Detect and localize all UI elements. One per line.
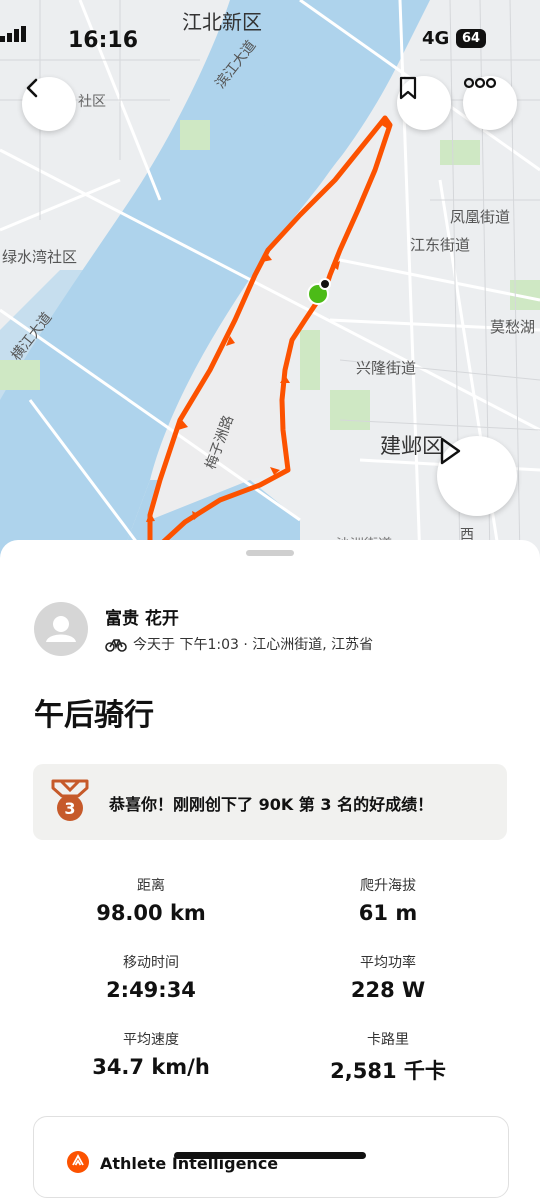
bookmark-button[interactable] [397,76,451,130]
stat-label: 距离 [137,878,165,894]
stat-label: 卡路里 [367,1032,409,1048]
play-flyover-button[interactable] [437,436,517,516]
map-label-fenghuang: 凤凰街道 [450,208,511,226]
stat-label: 移动时间 [123,955,179,971]
activity-meta-text: 今天于 下午1:03 · 江心洲街道, 江苏省 [133,637,374,653]
avatar[interactable] [34,602,88,656]
sheet-drag-handle[interactable] [246,550,294,556]
play-icon [440,437,461,465]
user-icon [46,616,76,642]
bike-icon [105,639,127,652]
stat-value: 2,581 千卡 [330,1059,446,1083]
achievement-text: 恭喜你！刚刚创下了 90K 第 3 名的好成绩！ [109,795,434,814]
stat-value: 2:49:34 [106,978,196,1002]
map-label-shequ: 社区 [78,94,106,110]
status-time: 16:16 [68,28,139,53]
status-bar: 16:16 4G 64 [0,26,540,56]
signal-icon [0,26,26,42]
athlete-intelligence-icon [67,1151,89,1173]
stat-label: 爬升海拔 [360,878,416,894]
stat-label: 平均功率 [360,955,416,971]
stat-calories: 卡路里 2,581 千卡 [268,1029,508,1085]
athlete-name[interactable]: 富贵 花开 [105,604,179,629]
bookmark-icon [399,76,417,100]
chevron-left-icon [26,78,38,98]
stat-value: 61 m [358,901,418,925]
medal-icon: 3 [51,779,89,821]
more-button[interactable] [463,76,517,130]
home-indicator[interactable] [174,1152,366,1159]
activity-meta: 今天于 下午1:03 · 江心洲街道, 江苏省 [105,634,373,654]
medal-rank: 3 [64,799,75,818]
map-label-jianye: 建邺区 [380,434,443,458]
stat-label: 平均速度 [123,1032,179,1048]
activity-title: 午后骑行 [34,698,154,733]
more-icon [463,77,497,89]
route-map[interactable]: 江北新区 社区 滨江大道 绿水湾社区 横江大道 凤凰街道 江东街道 莫愁湖 兴隆… [0,0,540,560]
achievement-banner[interactable]: 3 恭喜你！刚刚创下了 90K 第 3 名的好成绩！ [33,764,507,840]
stat-moving-time: 移动时间 2:49:34 [31,952,271,1002]
stat-elevation: 爬升海拔 61 m [268,875,508,925]
map-label-xinglong: 兴隆街道 [356,359,417,377]
map-label-jiangdong: 江东街道 [410,236,471,254]
stat-distance: 距离 98.00 km [31,875,271,925]
battery-icon: 64 [456,29,486,48]
stat-avg-speed: 平均速度 34.7 km/h [31,1029,271,1079]
map-label-lvshuiwan: 绿水湾社区 [2,248,78,266]
stat-avg-power: 平均功率 228 W [268,952,508,1002]
stat-value: 228 W [350,978,426,1002]
stat-value: 98.00 km [96,901,206,925]
stat-value: 34.7 km/h [92,1055,210,1079]
network-type: 4G [422,28,450,49]
activity-sheet[interactable]: 富贵 花开 今天于 下午1:03 · 江心洲街道, 江苏省 午后骑行 3 恭喜你… [0,540,540,1198]
map-label-mochou: 莫愁湖 [490,318,536,336]
back-button[interactable] [22,77,76,131]
